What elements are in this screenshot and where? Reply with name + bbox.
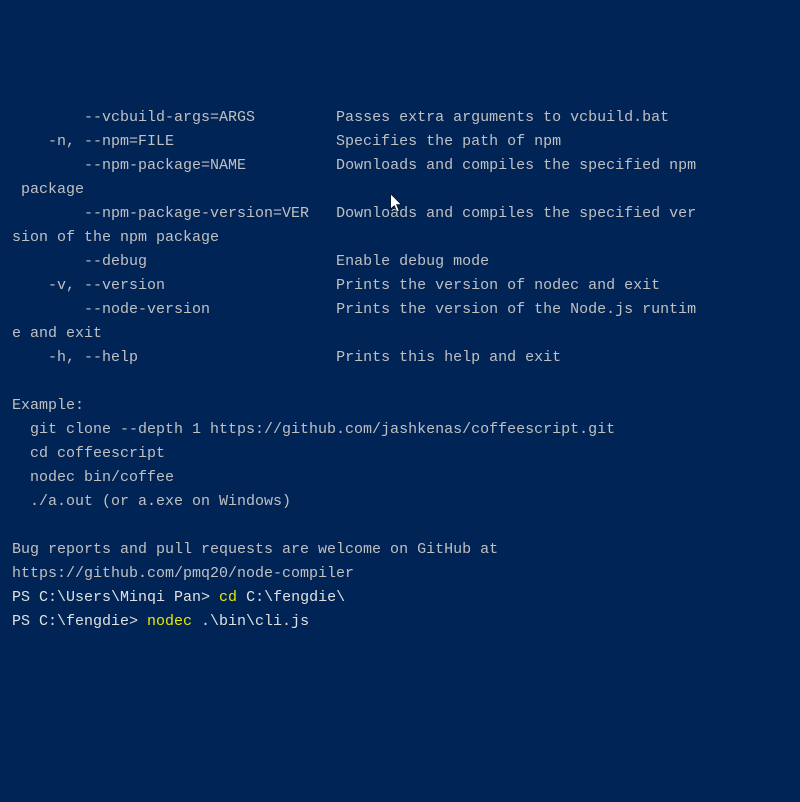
command-verb: cd	[219, 589, 246, 606]
terminal-output: --vcbuild-args=ARGS Passes extra argumen…	[12, 106, 788, 634]
example-header: Example:	[12, 394, 788, 418]
option-line: --debug Enable debug mode	[12, 250, 788, 274]
option-line: -v, --version Prints the version of node…	[12, 274, 788, 298]
option-line: --node-version Prints the version of the…	[12, 298, 788, 322]
prompt-line[interactable]: PS C:\Users\Minqi Pan> cd C:\fengdie\	[12, 586, 788, 610]
ps-prompt: PS C:\Users\Minqi Pan>	[12, 589, 219, 606]
bugs-line: Bug reports and pull requests are welcom…	[12, 538, 788, 562]
option-line: -h, --help Prints this help and exit	[12, 346, 788, 370]
option-wrap: package	[12, 178, 788, 202]
example-line: git clone --depth 1 https://github.com/j…	[12, 418, 788, 442]
option-wrap: e and exit	[12, 322, 788, 346]
option-line: -n, --npm=FILE Specifies the path of npm	[12, 130, 788, 154]
blank-line	[12, 370, 788, 394]
bugs-url: https://github.com/pmq20/node-compiler	[12, 562, 788, 586]
blank-line	[12, 514, 788, 538]
ps-prompt: PS C:\fengdie>	[12, 613, 147, 630]
option-wrap: sion of the npm package	[12, 226, 788, 250]
option-line: --npm-package-version=VER Downloads and …	[12, 202, 788, 226]
example-line: cd coffeescript	[12, 442, 788, 466]
option-line: --vcbuild-args=ARGS Passes extra argumen…	[12, 106, 788, 130]
option-line: --npm-package=NAME Downloads and compile…	[12, 154, 788, 178]
prompt-line[interactable]: PS C:\fengdie> nodec .\bin\cli.js	[12, 610, 788, 634]
command-arg: C:\fengdie\	[246, 589, 345, 606]
example-line: nodec bin/coffee	[12, 466, 788, 490]
example-line: ./a.out (or a.exe on Windows)	[12, 490, 788, 514]
command-arg: .\bin\cli.js	[201, 613, 309, 630]
command-verb: nodec	[147, 613, 201, 630]
